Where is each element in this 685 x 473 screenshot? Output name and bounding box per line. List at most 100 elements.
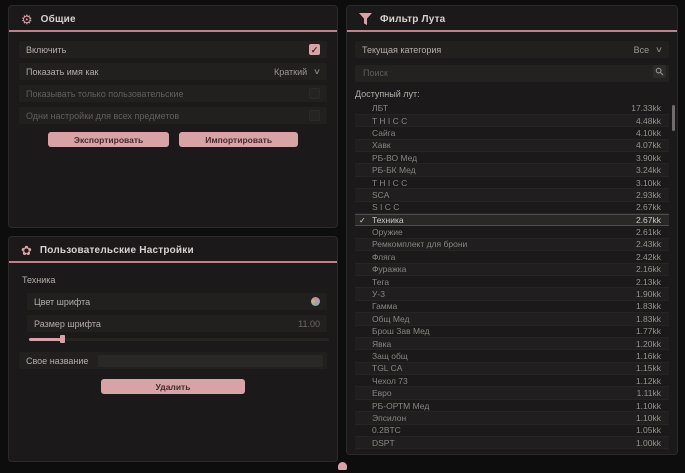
- scrollbar-thumb[interactable]: [672, 105, 675, 131]
- search-icon[interactable]: [653, 65, 666, 78]
- list-item[interactable]: ✓ 0.2BTC 1.05kk: [355, 425, 669, 437]
- item-value: 2.13kk: [636, 277, 661, 287]
- filter-panel-header: Фильтр Лута: [347, 6, 677, 32]
- slider-thumb[interactable]: [60, 335, 65, 343]
- custom-panel-title: Пользовательские Настройки: [40, 245, 194, 256]
- item-name: SCA: [372, 190, 636, 200]
- item-name: Евро: [372, 388, 637, 398]
- category-dropdown[interactable]: Все ∨: [634, 45, 662, 55]
- slider-track[interactable]: [29, 338, 329, 341]
- item-name: Чехол 73: [372, 376, 636, 386]
- list-item[interactable]: ✓ Брош Зав Мед 1.77kk: [355, 326, 669, 338]
- slider-fill: [29, 338, 63, 341]
- item-value: 1.83kk: [636, 301, 661, 311]
- item-value: 1.10kk: [636, 401, 661, 411]
- list-item[interactable]: ✓ DSPT 1.00kk: [355, 437, 669, 449]
- item-name: Сайга: [372, 128, 636, 138]
- show-name-dropdown[interactable]: Краткий ∨: [274, 67, 320, 77]
- custom-name-row: Свое название: [19, 352, 327, 369]
- same-settings-row: Одни настройки для всех предметов: [19, 107, 327, 124]
- list-item[interactable]: ✓ SCA 2.93kk: [355, 189, 669, 201]
- resize-handle[interactable]: [338, 462, 347, 470]
- list-item[interactable]: ✓ ЛБТ 17.33kk: [355, 103, 669, 115]
- list-item[interactable]: ✓ Гамма 1.83kk: [355, 301, 669, 313]
- list-item[interactable]: ✓ Чехол 73 1.12kk: [355, 375, 669, 387]
- enable-row: Включить ✓: [19, 41, 327, 58]
- item-check-icon: ✓: [359, 216, 366, 225]
- item-value: 17.33kk: [631, 103, 661, 113]
- list-item[interactable]: ✓ TGL CA 1.15kk: [355, 363, 669, 375]
- item-name: У-3: [372, 289, 636, 299]
- list-item[interactable]: ✓ Общ Мед 1.83kk: [355, 313, 669, 325]
- item-value: 2.93kk: [636, 190, 661, 200]
- item-value: 1.05kk: [636, 425, 661, 435]
- filter-funnel-icon: [359, 13, 372, 25]
- item-name: T H I C C: [372, 116, 636, 126]
- export-button[interactable]: Экспортировать: [48, 132, 169, 147]
- list-item[interactable]: ✓ Оружие 2.61kk: [355, 226, 669, 238]
- list-item[interactable]: ✓ Евро 1.11kk: [355, 387, 669, 399]
- same-settings-checkbox[interactable]: [309, 110, 320, 121]
- list-item[interactable]: ✓ РБ-БК Мед 3.24kk: [355, 164, 669, 176]
- item-name: РБ-БК Мед: [372, 165, 636, 175]
- only-custom-checkbox[interactable]: [309, 88, 320, 99]
- custom-name-input[interactable]: [98, 355, 323, 367]
- item-value: 2.61kk: [636, 227, 661, 237]
- item-value: 4.07kk: [636, 140, 661, 150]
- item-value: 2.43kk: [636, 239, 661, 249]
- list-item[interactable]: ✓ Хавк 4.07kk: [355, 140, 669, 152]
- font-size-label: Размер шрифта: [34, 319, 101, 329]
- item-value: 4.10kk: [636, 128, 661, 138]
- list-item[interactable]: ✓ У-3 1.90kk: [355, 288, 669, 300]
- font-color-label: Цвет шрифта: [34, 297, 90, 307]
- list-item[interactable]: ✓ Фуражка 2.16kk: [355, 264, 669, 276]
- item-name: Эпсилон: [372, 413, 636, 423]
- list-item[interactable]: ✓ Явка 1.20kk: [355, 338, 669, 350]
- list-item[interactable]: ✓ Фляга 2.42kk: [355, 251, 669, 263]
- list-item[interactable]: ✓ S I C C 2.67kk: [355, 202, 669, 214]
- list-item[interactable]: ✓ РБ-ОРТМ Мед 1.10kk: [355, 400, 669, 412]
- item-name: Хавк: [372, 140, 636, 150]
- list-item[interactable]: ✓ Ремкомплект для брони 2.43kk: [355, 239, 669, 251]
- only-custom-row: Показывать только пользовательские: [19, 85, 327, 102]
- item-name: Гамма: [372, 301, 636, 311]
- list-item[interactable]: ✓ Тега 2.13kk: [355, 276, 669, 288]
- list-item[interactable]: ✓ Техника 2.67kk: [355, 214, 669, 226]
- item-name: T H I C C: [372, 178, 636, 188]
- show-name-row: Показать имя как Краткий ∨: [19, 63, 327, 80]
- item-name: Брош Зав Мед: [372, 326, 636, 336]
- delete-button[interactable]: Удалить: [101, 379, 246, 394]
- font-size-row: Размер шрифта 11.00: [27, 315, 327, 332]
- search-input[interactable]: [355, 65, 669, 82]
- list-item[interactable]: ✓ РБ-ВО Мед 3.90kk: [355, 152, 669, 164]
- font-color-row: Цвет шрифта: [27, 293, 327, 310]
- enable-checkbox[interactable]: ✓: [309, 44, 320, 55]
- item-value: 1.16kk: [636, 351, 661, 361]
- general-panel-title: Общие: [41, 14, 76, 25]
- item-name: РБ-ОРТМ Мед: [372, 401, 636, 411]
- item-name: S I C C: [372, 202, 636, 212]
- item-value: 3.24kk: [636, 165, 661, 175]
- item-name: Общ Мед: [372, 314, 636, 324]
- item-value: 1.77kk: [636, 326, 661, 336]
- font-size-slider[interactable]: [29, 335, 329, 343]
- color-wheel-icon[interactable]: [311, 297, 320, 306]
- show-name-value: Краткий: [274, 67, 307, 77]
- list-item[interactable]: ✓ T H I C C 4.48kk: [355, 115, 669, 127]
- list-item[interactable]: ✓ T H I C C 3.10kk: [355, 177, 669, 189]
- item-value: 3.90kk: [636, 153, 661, 163]
- custom-panel-header: ✿ Пользовательские Настройки: [9, 237, 337, 263]
- palette-icon: ✿: [21, 244, 32, 257]
- item-name: Ремкомплект для брони: [372, 239, 636, 249]
- item-value: 1.00kk: [636, 438, 661, 448]
- item-value: 1.20kk: [636, 339, 661, 349]
- list-item[interactable]: ✓ Эпсилон 1.10kk: [355, 412, 669, 424]
- import-button[interactable]: Импортировать: [179, 132, 298, 147]
- list-item[interactable]: ✓ Защ общ 1.16kk: [355, 350, 669, 362]
- item-value: 1.15kk: [636, 363, 661, 373]
- item-value: 1.12kk: [636, 376, 661, 386]
- general-panel-header: ⚙ Общие: [9, 6, 337, 32]
- list-item[interactable]: ✓ Сайга 4.10kk: [355, 127, 669, 139]
- font-size-value: 11.00: [298, 319, 320, 329]
- item-value: 4.48kk: [636, 116, 661, 126]
